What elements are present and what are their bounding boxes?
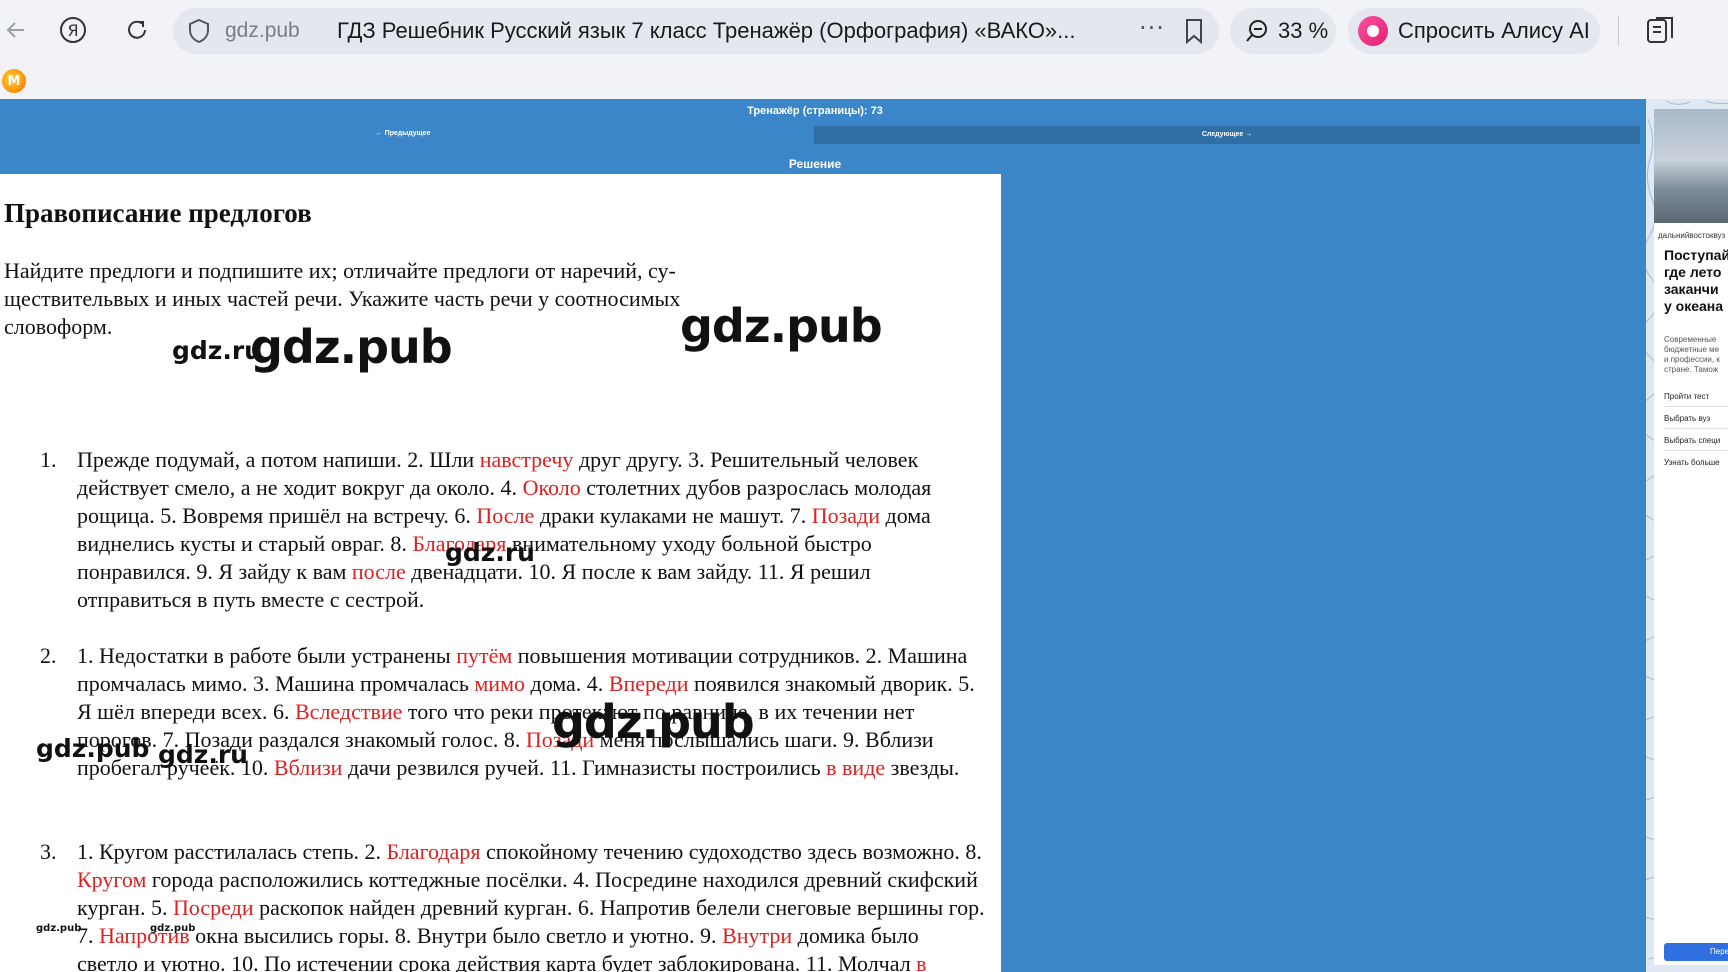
ad-banner[interactable]: дальнийвостоквуз Поступай где лето заканчи…	[1646, 99, 1728, 972]
preposition-highlight: После	[476, 503, 535, 528]
preposition-highlight: Впереди	[608, 671, 689, 696]
watermark: gdz.pub	[36, 734, 150, 763]
preposition-highlight: Внутри	[722, 923, 793, 948]
ad-body: Современные бюджетные ме и профессии, к стр…	[1664, 335, 1720, 374]
page-body: Тренажёр (страницы): 73 ← Предыдущее Сле…	[0, 99, 1646, 972]
bookmark-icon[interactable]	[1183, 18, 1205, 44]
preposition-highlight: Вследствие	[295, 699, 403, 724]
watermark: gdz.pub	[680, 299, 883, 353]
watermark: gdz.ru	[445, 538, 535, 567]
exercise-fragment: окна высились горы. 8. Внутри было светл…	[189, 923, 723, 948]
exercise-text: 1. Кругом расстилалась степь. 2. Благода…	[77, 838, 985, 972]
preposition-highlight: Вблизи	[273, 755, 343, 780]
zoom-level: 33 %	[1278, 18, 1329, 43]
exercise-fragment: спокойному течению судоходство здесь воз…	[480, 839, 982, 864]
preposition-highlight: навстречу	[479, 447, 574, 472]
ad-image	[1654, 109, 1728, 223]
exercise-number: 3.	[40, 839, 57, 864]
exercise-fragment: дома. 4.	[525, 671, 609, 696]
exercise-fragment: дачи резвился ручей. 11. Гимназисты пост…	[342, 755, 827, 780]
browser-toolbar: Я gdz.pub ГДЗ Решебник Русский язык 7 кл…	[0, 0, 1728, 64]
exercise-number: 1.	[40, 447, 57, 472]
preposition-highlight: путём	[456, 643, 513, 668]
ad-divider	[1664, 428, 1728, 429]
preposition-highlight: Благодаря	[386, 839, 481, 864]
preposition-highlight: мимо	[474, 671, 525, 696]
zoom-button[interactable]: 33 %	[1230, 8, 1336, 54]
more-dots-icon[interactable]: ···	[1139, 14, 1165, 42]
exercise-fragment: 1. Недостатки в работе были устранены	[77, 643, 457, 668]
watermark: gdz.pub	[250, 320, 453, 374]
address-bar[interactable]: gdz.pub ГДЗ Решебник Русский язык 7 клас…	[173, 8, 1219, 54]
page-header-title: Тренажёр (страницы): 73	[747, 105, 883, 117]
zoom-icon	[1246, 20, 1267, 42]
favicon-icon[interactable]: M	[2, 69, 26, 93]
alice-label: Спросить Алису AI	[1398, 18, 1590, 43]
preposition-highlight: после	[351, 559, 406, 584]
preposition-highlight: Позади	[811, 503, 881, 528]
ad-divider	[1664, 450, 1728, 451]
page-title: Правописание предлогов	[4, 198, 312, 228]
svg-text:Я: Я	[67, 21, 78, 40]
watermark: gdz.pub	[36, 923, 82, 934]
exercise-fragment: 1. Кругом расстилалась степь. 2.	[77, 839, 387, 864]
back-arrow-icon[interactable]	[0, 14, 32, 46]
ad-cta-button[interactable]: Перей	[1664, 943, 1728, 961]
reload-icon[interactable]	[121, 14, 153, 46]
watermark: gdz.ru	[158, 740, 248, 769]
shield-icon[interactable]	[187, 18, 211, 44]
preposition-highlight: Посреди	[172, 895, 254, 920]
prev-button[interactable]: ← Предыдущее	[0, 126, 806, 142]
alice-button[interactable]: Спросить Алису AI	[1348, 8, 1600, 54]
tab-title: ГДЗ Решебник Русский язык 7 класс Тренаж…	[337, 18, 1076, 43]
watermark: gdz.ru	[172, 336, 262, 365]
exercise-text: Прежде подумай, а потом напиши. 2. Шли н…	[77, 446, 985, 614]
ad-link[interactable]: Выбрать вуз	[1664, 414, 1710, 423]
yandex-logo-icon[interactable]: Я	[57, 14, 89, 46]
ad-source: дальнийвостоквуз	[1658, 231, 1726, 240]
watermark: gdz.pub	[150, 923, 196, 934]
ad-card[interactable]: дальнийвостоквуз Поступай где лето заканчи…	[1654, 109, 1728, 965]
ad-divider	[1664, 406, 1728, 407]
exercise-fragment: драки кулаками не машут. 7.	[534, 503, 812, 528]
ad-link[interactable]: Выбрать специ	[1664, 436, 1720, 445]
ad-headline: Поступай где лето заканчи у океана	[1664, 247, 1728, 314]
preposition-highlight: Кругом	[77, 867, 147, 892]
preposition-highlight: в виде	[826, 755, 886, 780]
exercise-number: 2.	[40, 643, 57, 668]
url-domain: gdz.pub	[225, 19, 300, 42]
watermark: gdz.pub	[552, 695, 755, 749]
ad-link[interactable]: Узнать больше	[1664, 458, 1720, 467]
toolbar-divider	[1618, 16, 1619, 46]
preposition-highlight: Около	[522, 475, 581, 500]
ad-link[interactable]: Пройти тест	[1664, 392, 1709, 401]
tabs-icon[interactable]	[1644, 14, 1678, 48]
next-button[interactable]: Следующее →	[814, 126, 1640, 144]
alice-icon	[1358, 16, 1388, 46]
bookmarks-bar: M	[0, 64, 1728, 99]
exercise-fragment: Прежде подумай, а потом напиши. 2. Шли	[77, 447, 480, 472]
solution-label: Решение	[788, 157, 842, 171]
solution-content: Правописание предлогов Найдите предлоги …	[0, 174, 1001, 972]
exercise-fragment: звезды.	[885, 755, 960, 780]
